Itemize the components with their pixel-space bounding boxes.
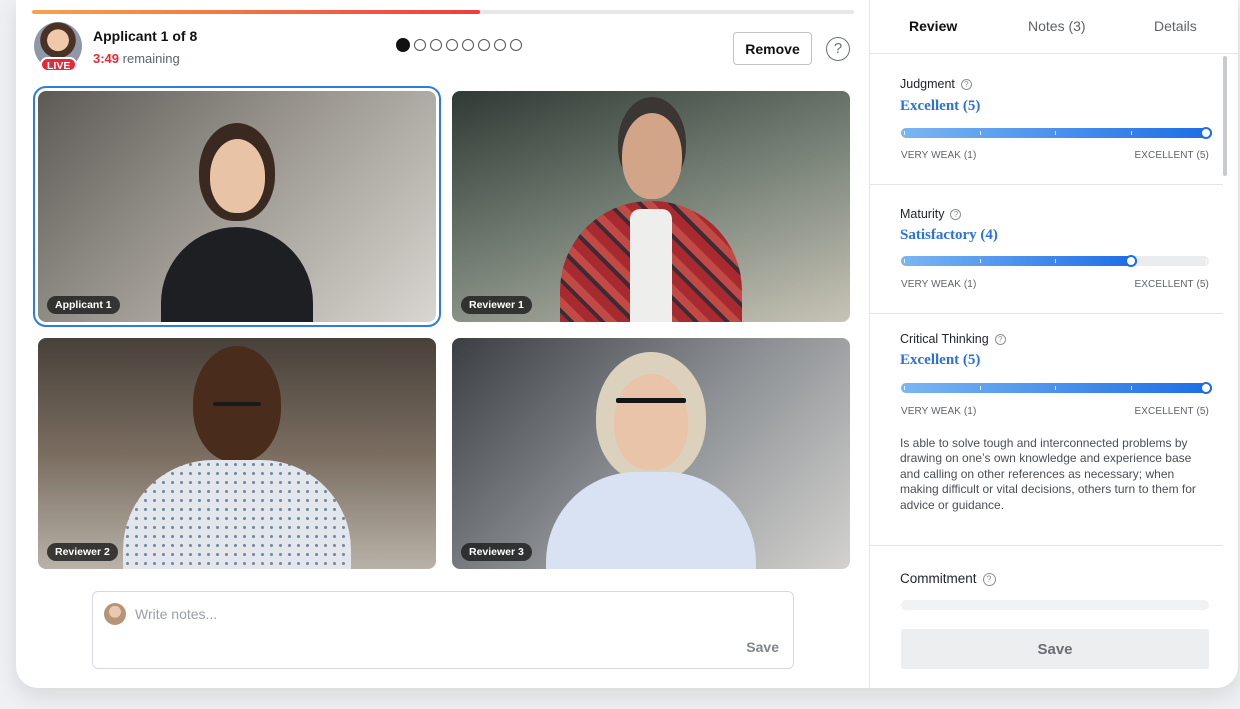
criterion-score: Excellent (5) xyxy=(900,352,981,368)
sidebar-scrollbar[interactable] xyxy=(1223,56,1227,176)
help-icon[interactable]: ? xyxy=(994,334,1006,345)
rating-slider-tick xyxy=(979,386,981,390)
session-progress-fill xyxy=(32,10,480,14)
rating-slider-tick xyxy=(979,131,981,135)
video-tile-reviewer-1[interactable]: Reviewer 1 xyxy=(452,91,850,322)
tab-notes[interactable]: Notes (3) xyxy=(1028,18,1086,34)
criterion-score: Excellent (5) xyxy=(900,98,981,114)
participant-silhouette xyxy=(147,109,327,322)
participant-silhouette xyxy=(546,97,756,322)
pager-dot-5[interactable] xyxy=(462,39,474,51)
review-sidebar: Review Notes (3) Details Judgment? Excel… xyxy=(869,0,1238,688)
session-progress-bar xyxy=(32,10,854,14)
scale-max-label: EXCELLENT (5) xyxy=(1134,279,1209,290)
notes-input[interactable] xyxy=(135,604,775,624)
participant-label: Reviewer 3 xyxy=(461,543,532,561)
notes-save-button[interactable]: Save xyxy=(746,639,779,655)
video-tile-reviewer-3[interactable]: Reviewer 3 xyxy=(452,338,850,569)
criterion-description: Is able to solve tough and interconnecte… xyxy=(900,436,1196,512)
pager-dot-8[interactable] xyxy=(510,39,522,51)
video-tile-applicant-1[interactable]: Applicant 1 xyxy=(33,86,441,327)
sidebar-tabs: Review Notes (3) Details xyxy=(870,0,1238,54)
rating-slider-tick xyxy=(1130,386,1132,390)
rating-slider-tick xyxy=(1206,259,1207,263)
pager-dot-4[interactable] xyxy=(446,39,458,51)
criterion-name: Critical Thinking? xyxy=(900,332,1006,346)
rating-slider[interactable] xyxy=(901,382,1212,394)
rating-slider-tick xyxy=(1055,259,1056,263)
participant-label: Reviewer 2 xyxy=(47,543,118,561)
applicant-counter: Applicant 1 of 8 xyxy=(93,28,198,44)
criterion-name: Maturity? xyxy=(900,207,962,221)
pager-dot-2[interactable] xyxy=(414,39,426,51)
pager-dot-1[interactable] xyxy=(396,38,410,52)
rating-slider[interactable] xyxy=(901,255,1209,267)
user-avatar xyxy=(104,603,126,625)
session-header: LIVE Applicant 1 of 8 3:49 remaining Rem… xyxy=(34,22,854,74)
scale-max-label: EXCELLENT (5) xyxy=(1134,406,1209,417)
rating-slider-tick xyxy=(1055,386,1056,390)
rating-slider-tick xyxy=(1055,131,1056,135)
rating-slider-handle[interactable] xyxy=(1200,127,1212,139)
help-icon[interactable]: ? xyxy=(960,79,972,90)
criterion-name: Judgment? xyxy=(900,77,972,91)
applicant-pager xyxy=(396,38,522,52)
criterion-judgment: Judgment? Excellent (5) VERY WEAK (1) EX… xyxy=(870,54,1223,185)
video-tile-reviewer-2[interactable]: Reviewer 2 xyxy=(38,338,436,569)
scale-min-label: VERY WEAK (1) xyxy=(901,406,977,417)
criterion-critical-thinking: Critical Thinking? Excellent (5) VERY WE… xyxy=(870,314,1223,546)
tab-review[interactable]: Review xyxy=(909,18,957,34)
help-icon[interactable]: ? xyxy=(982,573,996,586)
rating-slider-fill xyxy=(901,128,1212,138)
criterion-score: Satisfactory (4) xyxy=(900,227,998,243)
time-remaining-suffix: remaining xyxy=(119,51,180,66)
pager-dot-6[interactable] xyxy=(478,39,490,51)
participant-silhouette xyxy=(536,352,766,569)
criterion-name: Commitment? xyxy=(900,571,996,586)
rating-slider-handle[interactable] xyxy=(1124,255,1137,267)
rating-slider-tick xyxy=(904,386,905,390)
scale-max-label: EXCELLENT (5) xyxy=(1134,150,1209,161)
rating-slider-tick xyxy=(904,259,905,263)
help-icon[interactable]: ? xyxy=(950,209,962,220)
participant-label: Applicant 1 xyxy=(47,296,120,314)
rating-slider[interactable] xyxy=(901,127,1212,139)
participant-label: Reviewer 1 xyxy=(461,296,532,314)
save-review-button[interactable]: Save xyxy=(901,629,1209,669)
pager-dot-3[interactable] xyxy=(430,39,442,51)
remove-button[interactable]: Remove xyxy=(733,32,812,65)
rating-slider[interactable] xyxy=(901,600,1209,610)
criterion-commitment: Commitment? xyxy=(870,546,1223,610)
review-window: LIVE Applicant 1 of 8 3:49 remaining Rem… xyxy=(16,0,1238,688)
help-icon[interactable]: ? xyxy=(826,37,850,61)
rating-slider-fill xyxy=(901,256,1137,266)
participant-silhouette xyxy=(117,342,357,569)
pager-dot-7[interactable] xyxy=(494,39,506,51)
tab-details[interactable]: Details xyxy=(1154,18,1197,34)
rating-slider-handle[interactable] xyxy=(1200,382,1212,394)
time-remaining: 3:49 remaining xyxy=(93,51,180,66)
live-badge: LIVE xyxy=(40,57,78,72)
rating-slider-tick xyxy=(1130,131,1132,135)
rating-slider-fill xyxy=(901,383,1212,393)
time-remaining-value: 3:49 xyxy=(93,51,120,66)
criterion-maturity: Maturity? Satisfactory (4) VERY WEAK (1)… xyxy=(870,185,1223,314)
notes-composer: Save xyxy=(92,591,794,669)
rating-slider-tick xyxy=(979,259,981,263)
rating-slider-tick xyxy=(904,131,905,135)
scale-min-label: VERY WEAK (1) xyxy=(901,150,977,161)
scale-min-label: VERY WEAK (1) xyxy=(901,279,977,290)
